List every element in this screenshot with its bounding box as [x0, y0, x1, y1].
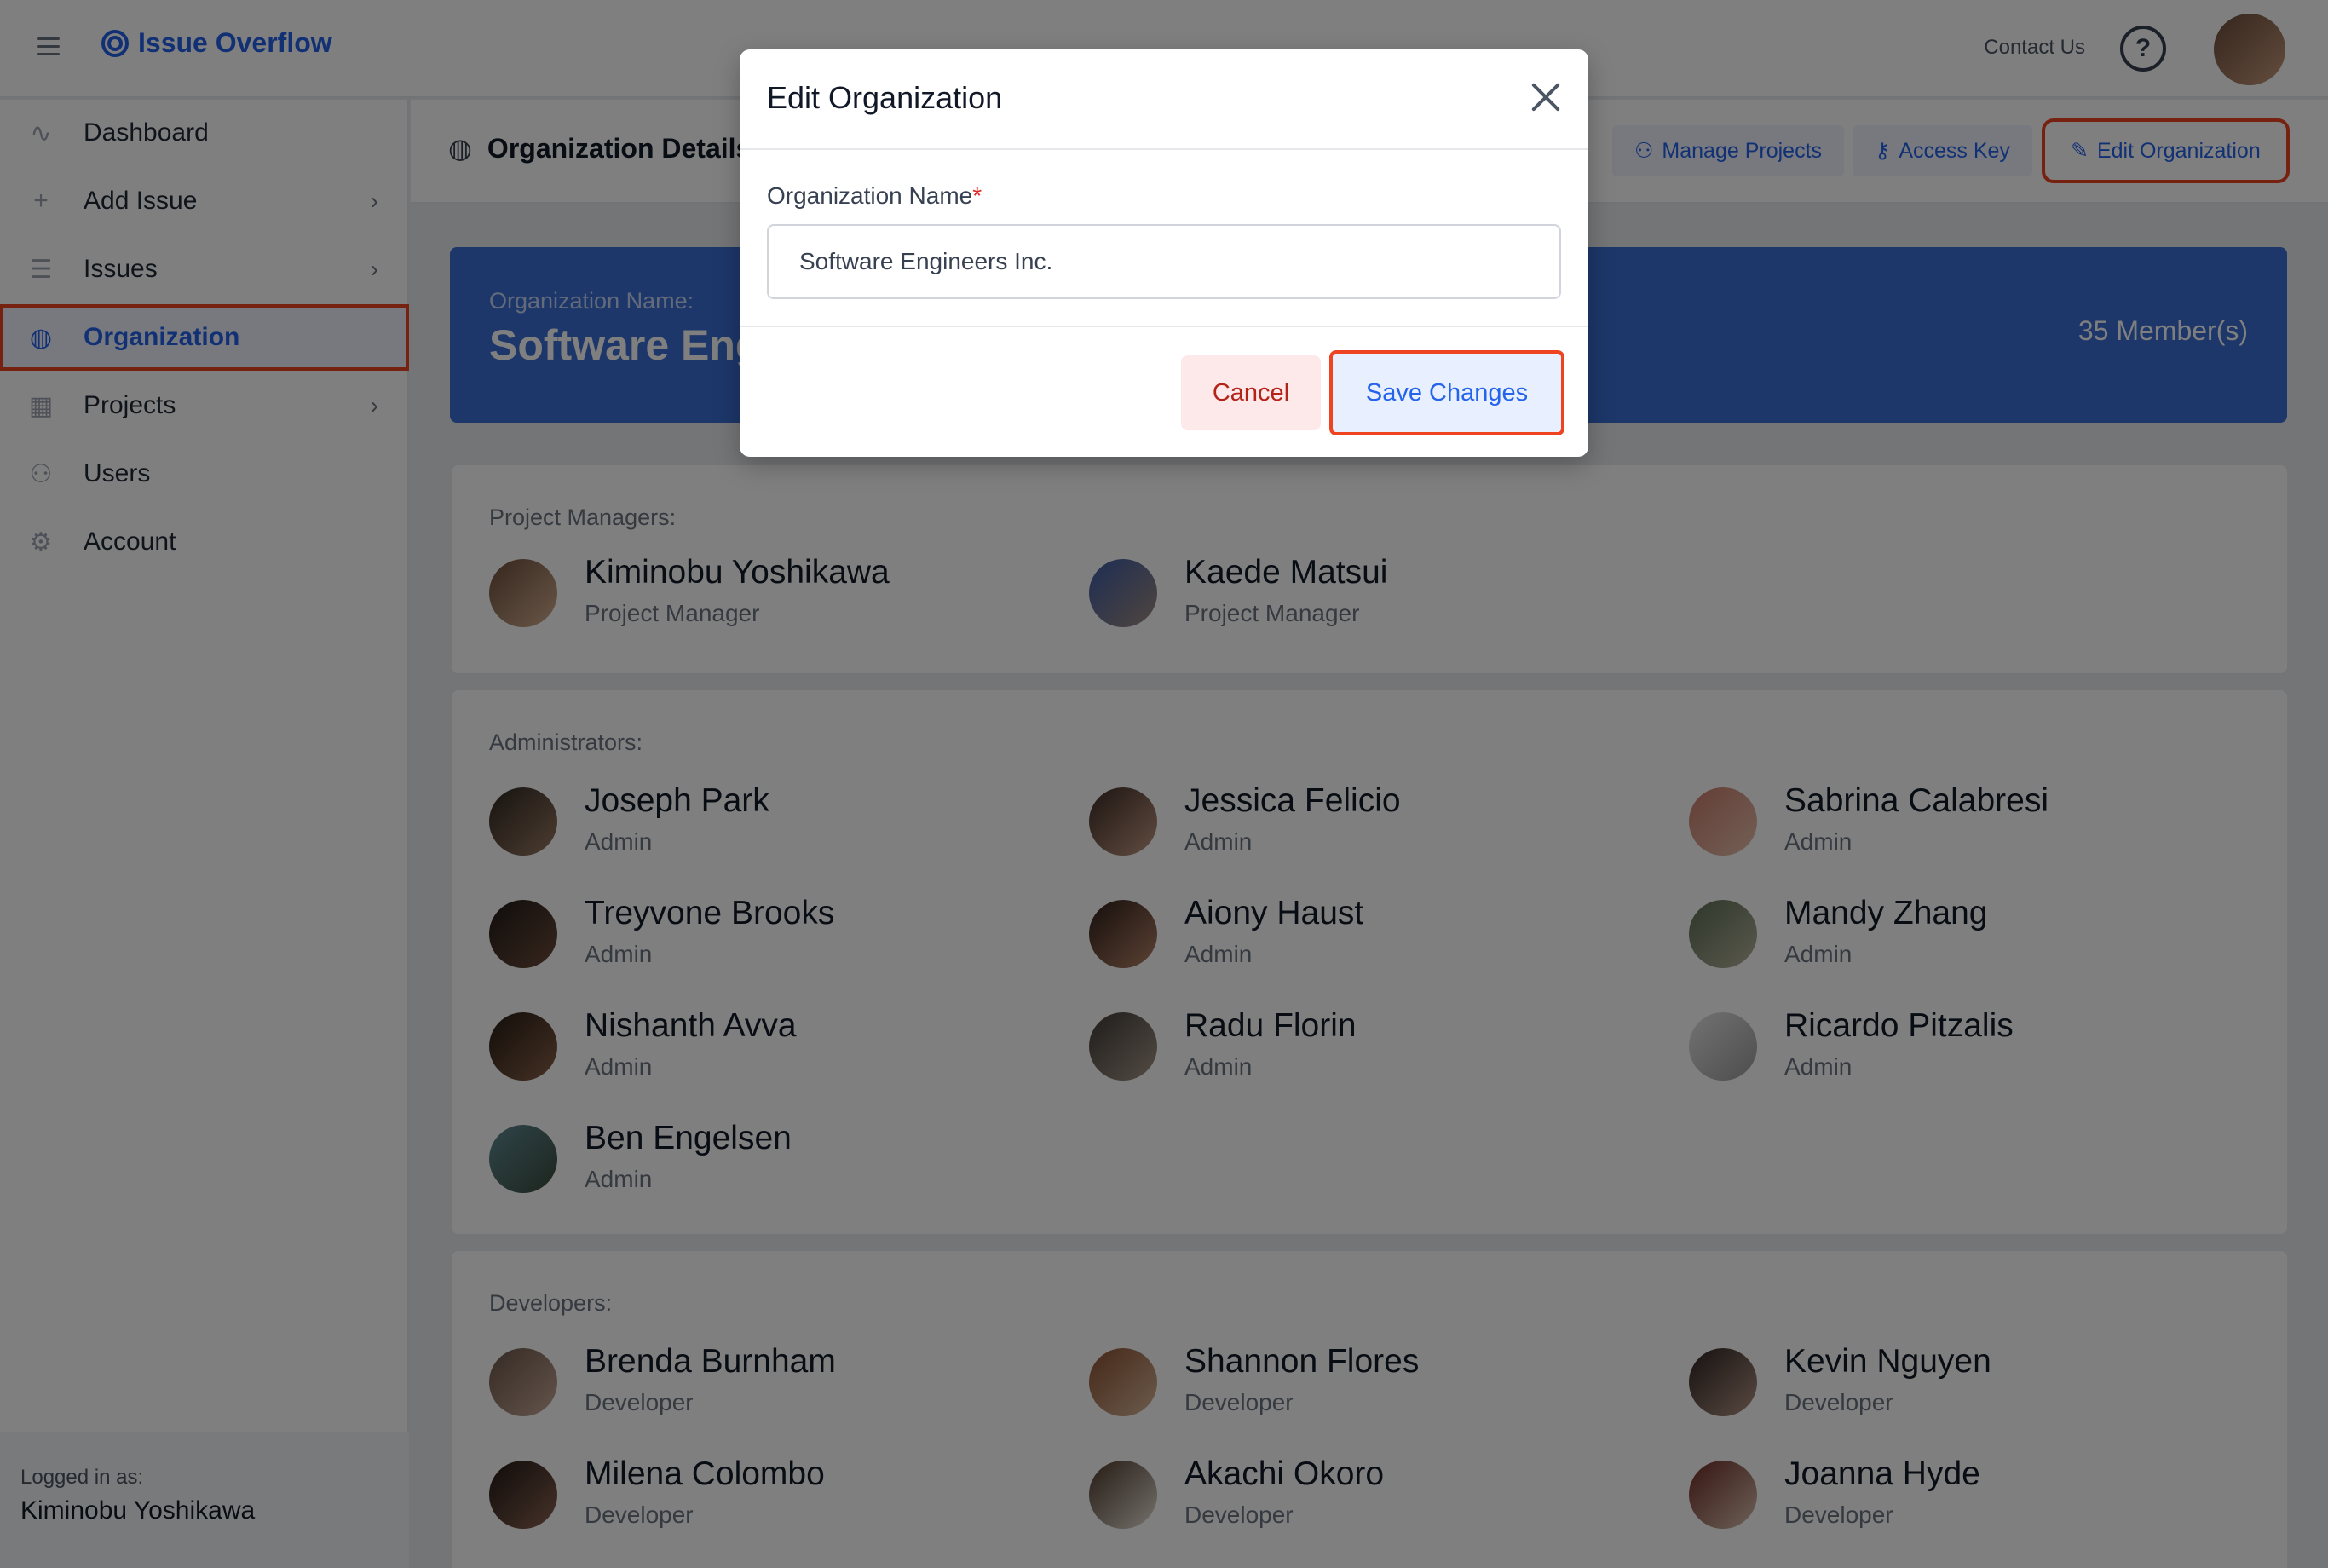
required-marker: *: [972, 182, 982, 209]
modal-divider: [740, 326, 1588, 327]
field-label-text: Organization Name: [767, 182, 973, 209]
organization-name-field-label: Organization Name*: [767, 182, 982, 210]
modal-header: Edit Organization: [740, 49, 1588, 150]
cancel-button[interactable]: Cancel: [1181, 355, 1321, 430]
save-changes-button[interactable]: Save Changes: [1329, 350, 1564, 435]
organization-name-input[interactable]: [767, 224, 1561, 299]
modal-title: Edit Organization: [767, 80, 1003, 115]
edit-organization-modal: Edit Organization Organization Name* Can…: [740, 49, 1588, 457]
close-icon[interactable]: [1527, 78, 1564, 116]
